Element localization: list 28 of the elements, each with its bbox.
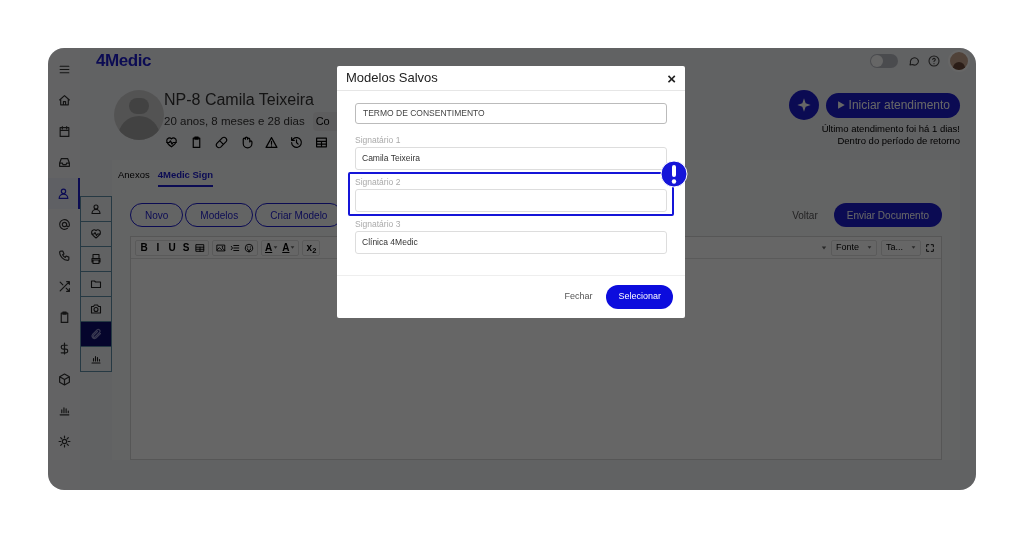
format-button[interactable]: U <box>167 240 177 256</box>
tab[interactable]: 4Medic Sign <box>157 168 214 188</box>
return-note: Último atendimento foi há 1 dias! <box>821 123 960 135</box>
dropdown-field[interactable]: Fonte <box>830 239 877 256</box>
tab[interactable]: Anexos <box>118 168 150 188</box>
select-button[interactable]: Selecionar <box>606 285 673 309</box>
field-label: Signatário 2 <box>355 177 402 188</box>
send-button[interactable]: Enviar Documento <box>833 203 942 228</box>
dropdown-field[interactable]: Ta... <box>881 239 921 256</box>
dialog-title: Modelos Salvos <box>346 69 439 88</box>
dropdown-button[interactable]: A <box>265 240 279 256</box>
dropdown-button[interactable]: A <box>282 240 296 256</box>
return-note: Dentro do período de retorno <box>837 135 960 147</box>
start-button[interactable]: Iniciar atendimento <box>825 92 960 118</box>
field-label: Signatário 1 <box>355 135 402 146</box>
patient-age: 20 anos, 8 meses e 28 dias <box>164 113 305 129</box>
input-field[interactable]: Camila Teixeira <box>355 147 667 170</box>
patient-name: NP-8 Camila Teixeira <box>164 90 315 110</box>
logo: 4Medic <box>96 50 152 73</box>
template-field[interactable]: TERMO DE CONSENTIMENTO <box>355 103 667 124</box>
format-button[interactable]: I <box>153 240 163 256</box>
close-link[interactable]: Fechar <box>564 290 593 304</box>
close-button[interactable]: × <box>667 70 676 86</box>
field-label: Signatário 3 <box>355 219 402 230</box>
format-button[interactable]: B <box>139 240 149 256</box>
input-field[interactable]: Clínica 4Medic <box>355 231 667 254</box>
format-button[interactable]: S <box>181 240 191 256</box>
back-link[interactable]: Voltar <box>792 207 818 223</box>
